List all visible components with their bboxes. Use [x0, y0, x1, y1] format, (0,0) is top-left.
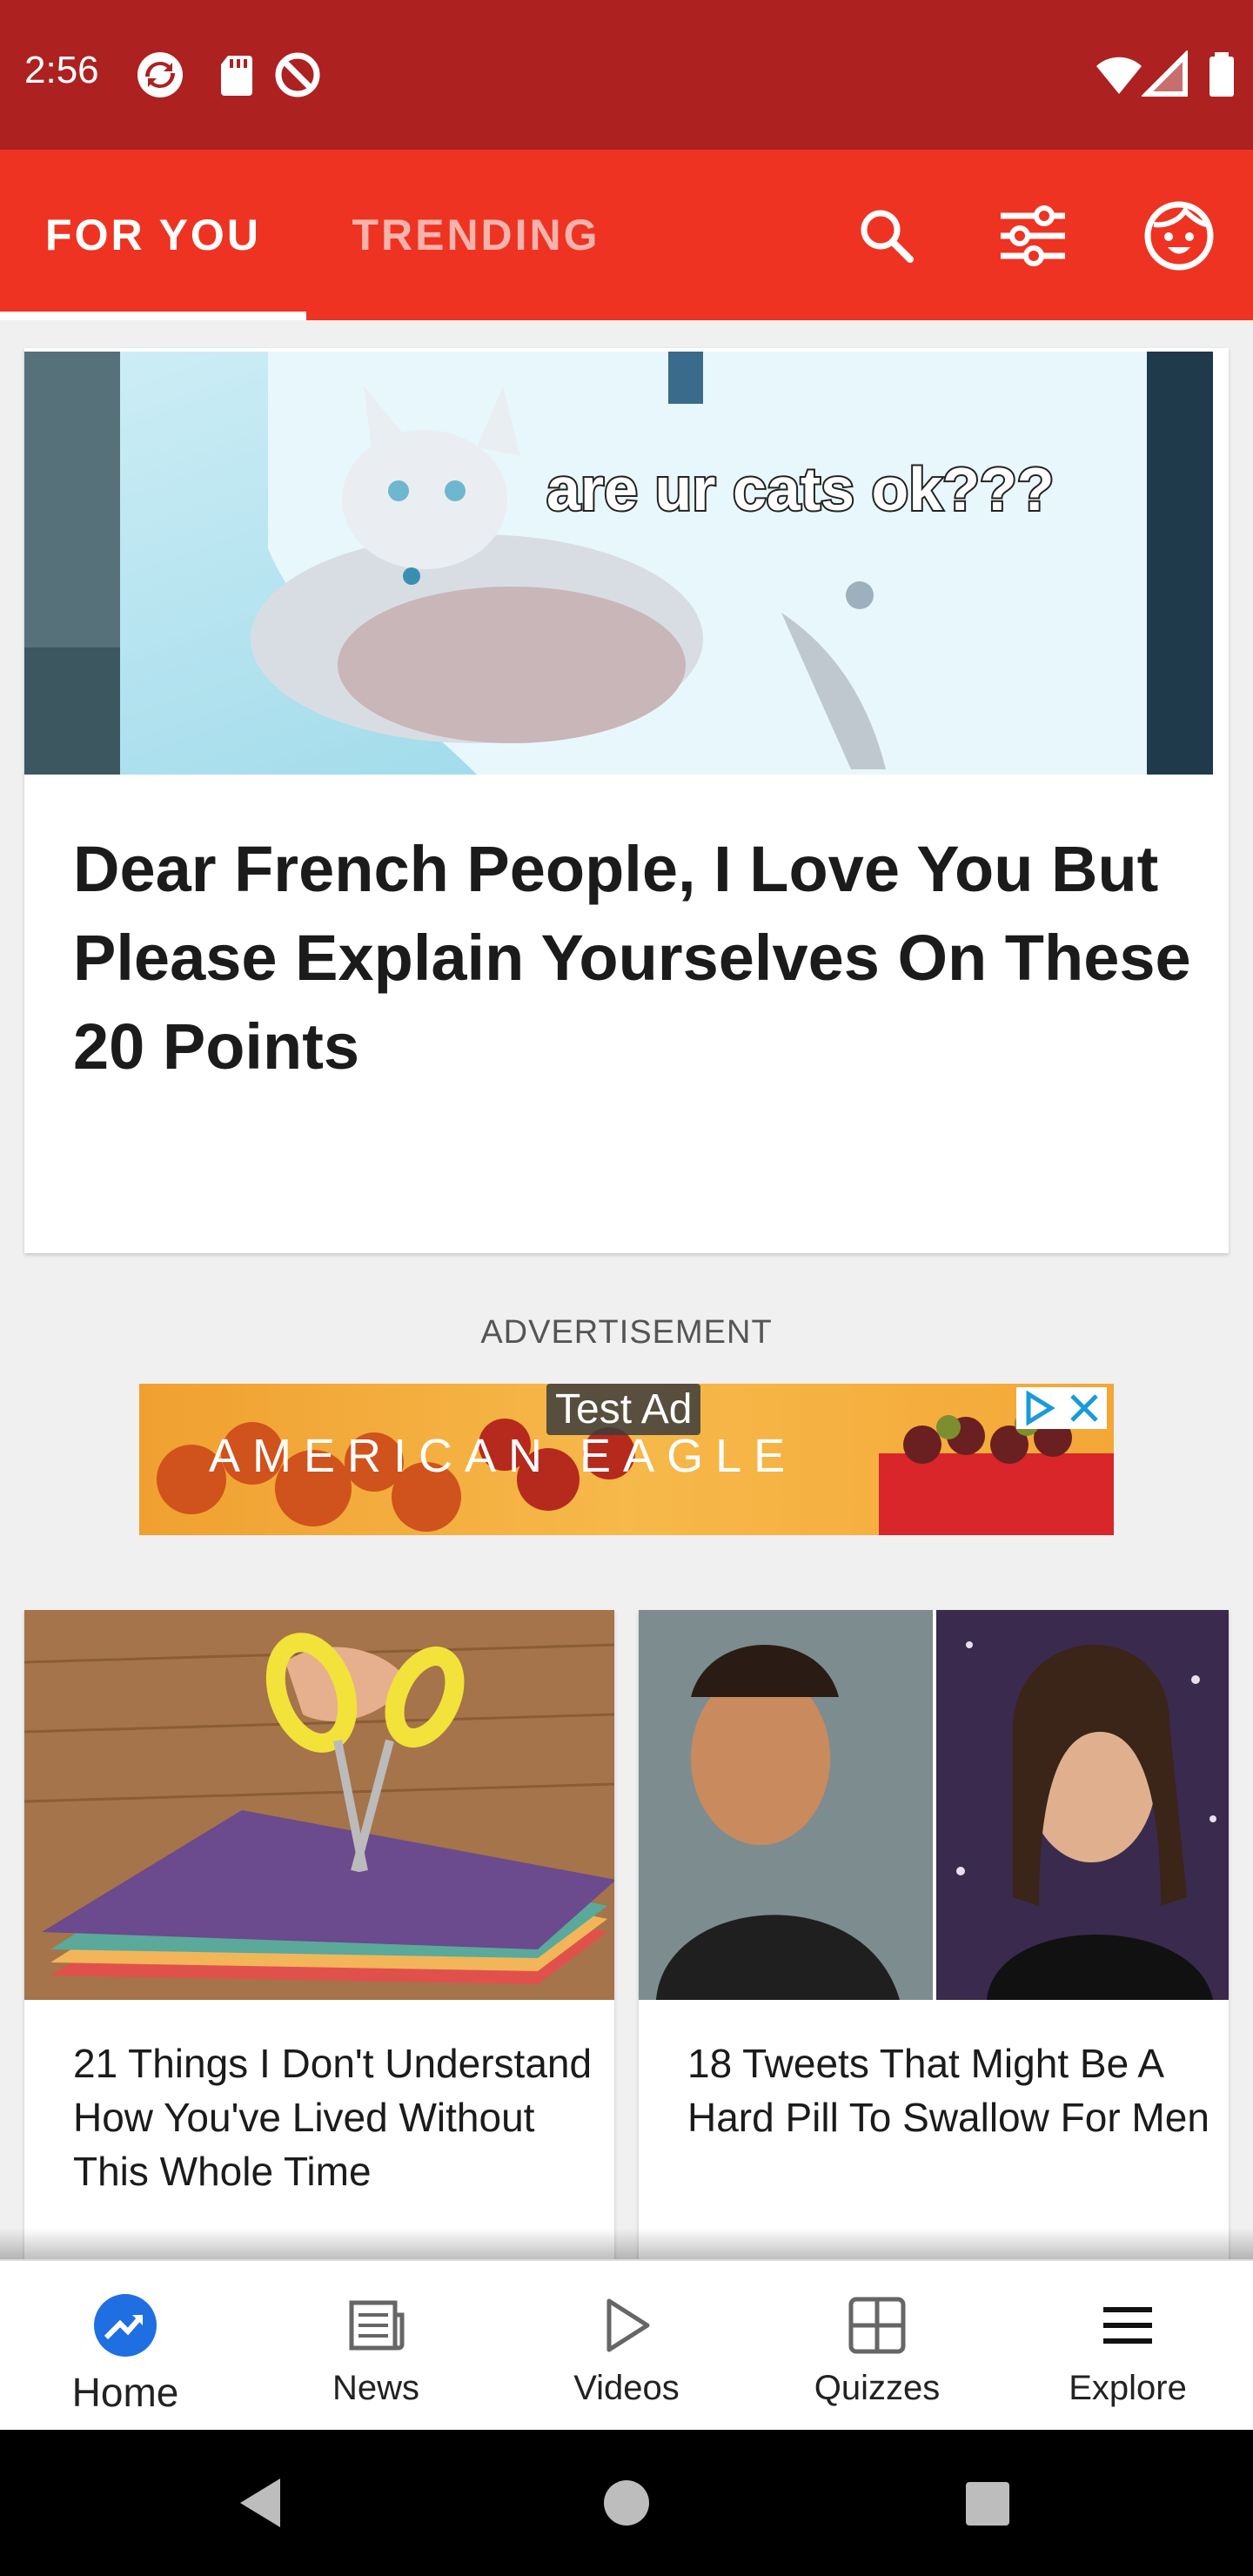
filter-sliders-icon[interactable] — [995, 198, 1070, 273]
nav-videos-label: Videos — [573, 2369, 680, 2407]
nav-quizzes[interactable]: Quizzes — [752, 2263, 1002, 2428]
search-icon[interactable] — [849, 198, 924, 273]
trending-icon — [94, 2294, 157, 2357]
nav-videos[interactable]: Videos — [501, 2263, 752, 2428]
cell-signal-icon — [1142, 50, 1188, 97]
nav-news-label: News — [332, 2369, 420, 2407]
play-icon — [606, 2298, 650, 2352]
tab-trending[interactable]: TRENDING — [306, 150, 646, 320]
sd-card-icon — [221, 56, 252, 96]
nav-home-label: Home — [71, 2370, 179, 2415]
advertisement-label: ADVERTISEMENT — [480, 1314, 773, 1351]
tab-for-you[interactable]: FOR YOU — [0, 150, 306, 320]
nav-news[interactable]: News — [251, 2263, 501, 2428]
status-bar — [0, 0, 1253, 150]
hero-article-image[interactable]: are ur cats ok??? — [24, 352, 1213, 775]
home-circle-icon[interactable] — [597, 2473, 656, 2532]
battery-icon — [1209, 52, 1234, 97]
hero-image-caption: are ur cats ok??? — [545, 453, 1056, 525]
article-image-scissors[interactable] — [24, 1610, 614, 2000]
sync-icon — [137, 52, 183, 97]
nav-home[interactable]: Home — [0, 2263, 251, 2428]
article-title[interactable]: 18 Tweets That Might Be A Hard Pill To S… — [687, 2036, 1209, 2144]
ad-choices-icon[interactable] — [1022, 1391, 1056, 1426]
ad-brand-text: AMERICAN EAGLE — [209, 1430, 798, 1482]
test-ad-badge: Test Ad — [546, 1384, 701, 1435]
menu-icon — [1103, 2307, 1152, 2344]
ad-close-icon[interactable] — [1067, 1391, 1102, 1426]
newspaper-icon — [349, 2300, 405, 2351]
hero-article-title[interactable]: Dear French People, I Love You But Pleas… — [73, 825, 1196, 1091]
recents-square-icon[interactable] — [957, 2473, 1016, 2532]
article-title[interactable]: 21 Things I Don't Understand How You've … — [73, 2036, 595, 2198]
ad-choices[interactable] — [1016, 1387, 1107, 1429]
status-time: 2:56 — [24, 49, 99, 91]
back-icon[interactable] — [233, 2473, 292, 2532]
bottom-nav-shadow — [0, 2228, 1253, 2259]
profile-face-icon[interactable] — [1142, 198, 1216, 273]
ad-banner[interactable]: AMERICAN EAGLE Test Ad — [139, 1384, 1114, 1535]
grid-icon — [848, 2297, 906, 2354]
nav-quizzes-label: Quizzes — [814, 2369, 941, 2407]
do-not-disturb-icon — [275, 52, 320, 97]
nav-explore-label: Explore — [1069, 2369, 1187, 2407]
active-tab-indicator — [0, 312, 306, 320]
wifi-icon — [1096, 57, 1142, 94]
article-image-celebrities[interactable] — [639, 1610, 1229, 2000]
nav-explore[interactable]: Explore — [1002, 2263, 1253, 2428]
